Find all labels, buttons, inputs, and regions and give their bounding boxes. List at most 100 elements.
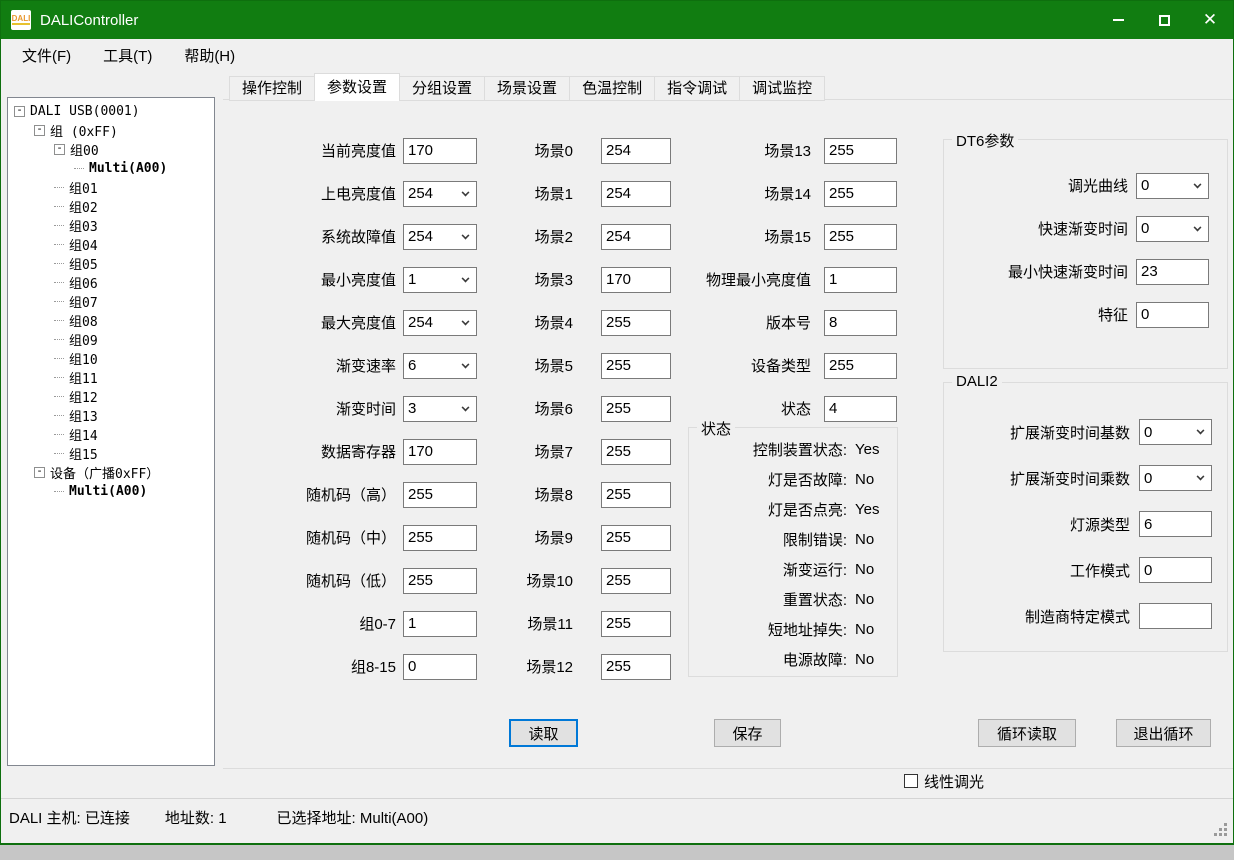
tree-item[interactable]: 设备（广播0xFF） — [8, 463, 214, 482]
chevron-down-icon — [462, 360, 470, 368]
tree-item[interactable]: 组06 — [8, 273, 214, 292]
field-combo[interactable]: 1 — [403, 267, 477, 293]
tree-item[interactable]: 组07 — [8, 292, 214, 311]
field-input[interactable] — [601, 267, 671, 293]
groupbox-title: DALI2 — [952, 373, 1002, 390]
tab[interactable]: 色温控制 — [569, 76, 655, 101]
field-label: 数据寄存器 — [261, 441, 396, 462]
menu-item[interactable]: 文件(F) — [9, 40, 84, 71]
tree-item[interactable]: 组15 — [8, 444, 214, 463]
tab[interactable]: 场景设置 — [484, 76, 570, 101]
field-combo[interactable]: 254 — [403, 310, 477, 336]
device-tree[interactable]: DALI USB(0001) 组 (0xFF) 组00 Multi(A00) 组… — [7, 97, 215, 766]
field-input[interactable] — [824, 267, 897, 293]
collapse-icon[interactable] — [34, 467, 45, 478]
field-input[interactable] — [1136, 302, 1209, 328]
save-button[interactable]: 保存 — [714, 719, 781, 747]
collapse-icon[interactable] — [34, 125, 45, 136]
tree-item[interactable]: Multi(A00) — [8, 159, 214, 178]
menu-item[interactable]: 帮助(H) — [171, 40, 248, 71]
tree-item[interactable]: 组09 — [8, 330, 214, 349]
linear-dimming-checkbox[interactable] — [904, 774, 918, 788]
tab[interactable]: 操作控制 — [229, 76, 315, 101]
tab[interactable]: 分组设置 — [399, 76, 485, 101]
field-combo[interactable]: 0 — [1139, 419, 1212, 445]
collapse-icon[interactable] — [54, 144, 65, 155]
field-combo[interactable]: 254 — [403, 181, 477, 207]
field-label: 场景10 — [501, 570, 573, 591]
field-input[interactable] — [403, 568, 477, 594]
tree-item[interactable]: 组10 — [8, 349, 214, 368]
field-input[interactable] — [824, 396, 897, 422]
field-input[interactable] — [601, 568, 671, 594]
field-input[interactable] — [601, 611, 671, 637]
tree-item[interactable]: 组02 — [8, 197, 214, 216]
tab[interactable]: 参数设置 — [314, 73, 400, 101]
field-input[interactable] — [403, 482, 477, 508]
field-combo[interactable]: 254 — [403, 224, 477, 250]
field-combo[interactable]: 6 — [403, 353, 477, 379]
tree-item[interactable]: Multi(A00) — [8, 482, 214, 501]
field-input[interactable] — [1139, 511, 1212, 537]
tab[interactable]: 指令调试 — [654, 76, 740, 101]
tree-connector — [54, 358, 64, 359]
field-input[interactable] — [601, 138, 671, 164]
field-input[interactable] — [601, 353, 671, 379]
field-input[interactable] — [1139, 557, 1212, 583]
resize-grip[interactable] — [1214, 823, 1228, 837]
field-row: 系统故障值 254 — [261, 215, 477, 258]
field-input[interactable] — [824, 138, 897, 164]
exit-loop-button[interactable]: 退出循环 — [1116, 719, 1211, 747]
tree-item[interactable]: 组14 — [8, 425, 214, 444]
field-input[interactable] — [1136, 259, 1209, 285]
field-label: 当前亮度值 — [261, 140, 396, 161]
tree-item[interactable]: 组13 — [8, 406, 214, 425]
combo-value: 3 — [408, 400, 416, 417]
field-input[interactable] — [601, 181, 671, 207]
field-input[interactable] — [403, 138, 477, 164]
maximize-button[interactable] — [1141, 1, 1187, 39]
combo-value: 254 — [408, 185, 433, 202]
field-input[interactable] — [601, 396, 671, 422]
read-button[interactable]: 读取 — [509, 719, 578, 747]
field-input[interactable] — [824, 181, 897, 207]
tree-item[interactable]: 组03 — [8, 216, 214, 235]
field-label: 调光曲线 — [948, 175, 1128, 196]
field-input[interactable] — [601, 482, 671, 508]
field-input[interactable] — [403, 439, 477, 465]
menu-item[interactable]: 工具(T) — [90, 40, 165, 71]
field-label: 场景0 — [501, 140, 573, 161]
field-input[interactable] — [601, 439, 671, 465]
field-input[interactable] — [824, 353, 897, 379]
close-button[interactable]: ✕ — [1187, 1, 1233, 39]
field-row: 场景9 255 — [501, 516, 671, 559]
tab[interactable]: 调试监控 — [739, 76, 825, 101]
field-combo[interactable]: 0 — [1139, 465, 1212, 491]
tree-item[interactable]: 组08 — [8, 311, 214, 330]
collapse-icon[interactable] — [14, 106, 25, 117]
field-combo[interactable]: 0 — [1136, 173, 1209, 199]
tree-item[interactable]: 组04 — [8, 235, 214, 254]
field-combo[interactable]: 3 — [403, 396, 477, 422]
minimize-button[interactable] — [1095, 1, 1141, 39]
tree-item[interactable]: 组 (0xFF) — [8, 121, 214, 140]
tree-item[interactable]: 组11 — [8, 368, 214, 387]
tree-item[interactable]: 组00 — [8, 140, 214, 159]
field-input[interactable] — [601, 654, 671, 680]
loop-read-button[interactable]: 循环读取 — [978, 719, 1076, 747]
field-input[interactable] — [601, 224, 671, 250]
field-input[interactable] — [824, 310, 897, 336]
tree-item-label: 组15 — [69, 444, 98, 463]
field-input[interactable] — [601, 525, 671, 551]
tree-item[interactable]: DALI USB(0001) — [8, 102, 214, 121]
tree-item[interactable]: 组05 — [8, 254, 214, 273]
field-combo[interactable]: 0 — [1136, 216, 1209, 242]
field-input[interactable] — [824, 224, 897, 250]
field-input[interactable] — [601, 310, 671, 336]
field-input[interactable] — [1139, 603, 1212, 629]
tree-item[interactable]: 组01 — [8, 178, 214, 197]
field-input[interactable] — [403, 611, 477, 637]
field-input[interactable] — [403, 654, 477, 680]
field-input[interactable] — [403, 525, 477, 551]
tree-item[interactable]: 组12 — [8, 387, 214, 406]
